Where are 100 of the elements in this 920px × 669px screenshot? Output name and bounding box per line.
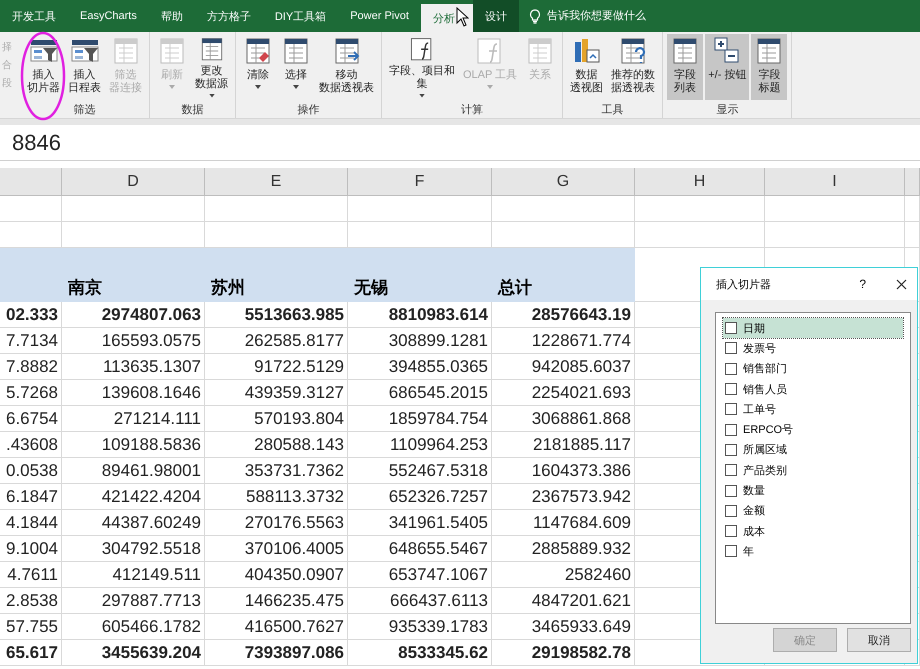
table-cell: 304792.5518: [62, 536, 205, 562]
column-header[interactable]: F: [348, 168, 492, 196]
field-label: 销售人员: [743, 382, 787, 397]
table-cell: 6.6754: [0, 406, 62, 432]
field-item[interactable]: 金额: [723, 500, 903, 521]
grid-cell[interactable]: [62, 196, 205, 222]
dialog-button[interactable]: 取消: [847, 628, 911, 652]
ribbon-button[interactable]: 推荐的数 据透视表: [608, 34, 658, 100]
table-cell: 935339.1783: [348, 614, 492, 640]
field-item[interactable]: 日期: [723, 318, 903, 338]
checkbox[interactable]: [725, 383, 737, 396]
field-label: 金额: [743, 504, 765, 518]
grid-cell[interactable]: [0, 196, 62, 222]
field-item[interactable]: 销售人员: [723, 378, 903, 400]
table-cell: 416500.7627: [205, 614, 348, 640]
checkbox[interactable]: [725, 362, 737, 375]
field-item[interactable]: 所属区域: [723, 440, 903, 460]
checkbox[interactable]: [725, 342, 737, 354]
ribbon-button[interactable]: 插入 日程表: [65, 34, 104, 100]
field-item[interactable]: 数量: [723, 480, 903, 501]
table-cell: 1859784.754: [348, 406, 492, 432]
ribbon-tab[interactable]: 分析: [420, 4, 473, 32]
ribbon-button[interactable]: 选择: [278, 34, 314, 100]
ribbon-tab[interactable]: 开发工具: [0, 0, 68, 32]
checkbox[interactable]: [725, 403, 737, 416]
ribbon-tab[interactable]: EasyCharts: [68, 0, 149, 32]
ribbon-button[interactable]: 移动 数据透视表: [316, 34, 377, 100]
grid-cell[interactable]: [905, 222, 920, 248]
ribbon-button[interactable]: 字段、项目和 集: [386, 34, 458, 100]
header-cell[interactable]: 无锡: [348, 248, 492, 302]
ribbon-tab[interactable]: 方方格子: [194, 0, 263, 32]
header-cell[interactable]: 苏州: [205, 248, 348, 302]
header-cell[interactable]: 总计: [492, 248, 635, 302]
header-cell[interactable]: 南京: [62, 248, 205, 302]
grid-cell[interactable]: [765, 222, 905, 248]
table-cell: 271214.111: [62, 406, 205, 432]
table-cell: 652326.7257: [348, 484, 492, 510]
table-cell: 165593.0575: [62, 328, 205, 354]
table-cell: 353731.7362: [205, 458, 348, 484]
field-item[interactable]: 产品类别: [723, 460, 903, 480]
field-item[interactable]: 年: [723, 541, 903, 562]
column-header[interactable]: D: [62, 168, 205, 196]
checkbox[interactable]: [725, 444, 737, 456]
checkbox[interactable]: [725, 464, 737, 476]
checkbox[interactable]: [725, 484, 737, 497]
close-icon[interactable]: [896, 278, 907, 290]
field-item[interactable]: 工单号: [723, 399, 903, 420]
column-header[interactable]: H: [635, 168, 765, 196]
column-header[interactable]: E: [205, 168, 348, 196]
column-header[interactable]: I: [765, 168, 905, 196]
field-item[interactable]: 发票号: [723, 338, 903, 359]
grid-cell[interactable]: [348, 196, 492, 222]
grid-cell[interactable]: [635, 222, 765, 248]
ribbon-button[interactable]: 清除: [240, 34, 276, 100]
grid-cell[interactable]: [205, 196, 348, 222]
ribbon-button[interactable]: 字段 标题: [751, 34, 788, 100]
table-cell: 666437.6113: [348, 588, 492, 614]
table-cell: 1109964.253: [348, 432, 492, 458]
ribbon-button[interactable]: 字段 列表: [667, 34, 704, 100]
ribbon-button[interactable]: 数据 透视图: [567, 34, 606, 100]
column-header[interactable]: G: [492, 168, 635, 196]
field-label: 所属区域: [743, 443, 787, 458]
mouse-pointer-icon: [456, 7, 469, 27]
caret-icon: [255, 85, 261, 89]
tell-me-field[interactable]: 告诉我你想要做什么: [544, 9, 679, 23]
caret-icon: [208, 94, 214, 98]
column-header[interactable]: [0, 168, 62, 196]
field-item[interactable]: 成本: [723, 520, 903, 542]
ribbon-tab[interactable]: Power Pivot: [338, 0, 421, 32]
ribbon-tab[interactable]: 设计: [472, 0, 519, 32]
checkbox[interactable]: [725, 545, 737, 558]
field-label: ERPCO号: [743, 423, 794, 438]
field-item[interactable]: ERPCO号: [723, 419, 903, 440]
table-cell: 297887.7713: [62, 588, 205, 614]
table-cell: 7.7134: [0, 328, 62, 354]
ribbon-button[interactable]: +/- 按钮: [705, 34, 750, 100]
table-cell: 113635.1307: [62, 354, 205, 380]
table-cell: 2582460: [492, 562, 635, 588]
ribbon-tab[interactable]: DIY工具箱: [262, 0, 338, 32]
field-item[interactable]: 销售部门: [723, 358, 903, 379]
grid-cell[interactable]: [0, 248, 62, 302]
ribbon-button[interactable]: 更改 数据源: [192, 34, 231, 100]
grid-cell[interactable]: [635, 196, 765, 222]
table-cell: 648655.5467: [348, 536, 492, 562]
ribbon-tab[interactable]: 帮助: [148, 0, 195, 32]
field-label: 日期: [743, 322, 765, 336]
table-cell: 02.333: [0, 302, 62, 328]
column-header[interactable]: [905, 168, 920, 196]
grid-cell[interactable]: [765, 196, 905, 222]
checkbox[interactable]: [725, 322, 737, 334]
checkbox[interactable]: [725, 525, 737, 538]
help-button[interactable]: ?: [853, 276, 872, 292]
checkbox[interactable]: [725, 424, 737, 436]
grid-cell[interactable]: [905, 196, 920, 222]
table-cell: 270176.5563: [205, 510, 348, 536]
group-label: 显示: [716, 103, 738, 117]
field-label: 年: [743, 544, 754, 559]
grid-cell[interactable]: [492, 196, 635, 222]
checkbox[interactable]: [725, 504, 737, 517]
table-cell: .43608: [0, 432, 62, 458]
